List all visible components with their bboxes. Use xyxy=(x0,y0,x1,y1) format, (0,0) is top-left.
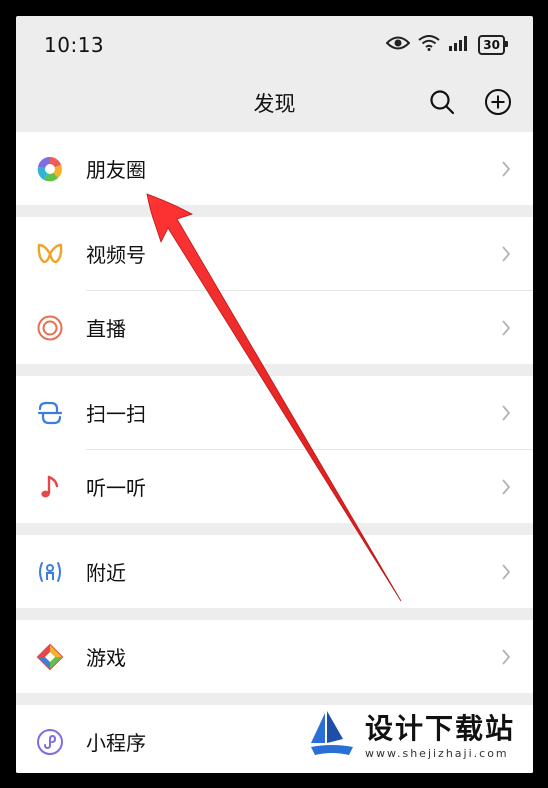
group-games: 游戏 xyxy=(16,620,533,693)
group-scan: 扫一扫 听一听 xyxy=(16,376,533,523)
chevron-right-icon xyxy=(499,477,513,497)
moments-aperture-icon xyxy=(36,155,64,183)
list-item-label: 附近 xyxy=(86,561,126,585)
signal-icon xyxy=(448,35,470,55)
status-bar: 10:13 30 xyxy=(16,16,533,74)
watermark-url: www.shejizhaji.com xyxy=(365,746,509,760)
watermark-text: 设计下载站 www.shejizhaji.com xyxy=(365,711,516,760)
game-diamond-icon xyxy=(36,643,64,671)
list-item-label: 游戏 xyxy=(86,646,126,670)
nearby-person-icon xyxy=(36,558,64,586)
watermark-logo-icon xyxy=(309,709,355,763)
group-gap xyxy=(16,608,533,620)
status-time: 10:13 xyxy=(44,33,105,57)
watermark-title: 设计下载站 xyxy=(365,711,516,745)
phone-screen: 10:13 30 发现 朋友圈 视频号 直播 扫一扫 听一听 附近 游戏 小程序… xyxy=(16,16,533,773)
chevron-right-icon xyxy=(499,647,513,667)
chevron-right-icon xyxy=(499,318,513,338)
list-item-label: 视频号 xyxy=(86,243,146,267)
chevron-right-icon xyxy=(499,244,513,264)
group-moments: 朋友圈 xyxy=(16,132,533,205)
chevron-right-icon xyxy=(499,562,513,582)
list-item-label: 朋友圈 xyxy=(86,158,146,182)
mini-program-icon xyxy=(36,728,64,756)
list-item-live[interactable]: 直播 xyxy=(16,291,533,364)
list-item-games[interactable]: 游戏 xyxy=(16,620,533,693)
list-item-moments[interactable]: 朋友圈 xyxy=(16,132,533,205)
live-circles-icon xyxy=(36,314,64,342)
list-item-listen[interactable]: 听一听 xyxy=(16,450,533,523)
channels-butterfly-icon xyxy=(36,240,64,268)
eye-icon xyxy=(385,35,411,55)
group-gap xyxy=(16,364,533,376)
search-icon[interactable] xyxy=(427,87,457,117)
add-circle-icon[interactable] xyxy=(483,87,513,117)
list-item-scan[interactable]: 扫一扫 xyxy=(16,376,533,449)
chevron-right-icon xyxy=(499,159,513,179)
page-title: 发现 xyxy=(253,92,296,116)
scan-icon xyxy=(36,399,64,427)
group-gap xyxy=(16,693,533,705)
wifi-icon xyxy=(418,35,440,55)
list-item-nearby[interactable]: 附近 xyxy=(16,535,533,608)
nav-actions xyxy=(427,87,513,117)
list-item-label: 扫一扫 xyxy=(86,402,146,426)
chevron-right-icon xyxy=(499,403,513,423)
group-gap xyxy=(16,205,533,217)
group-gap xyxy=(16,523,533,535)
watermark: 设计下载站 www.shejizhaji.com xyxy=(301,705,527,767)
list-item-label: 听一听 xyxy=(86,476,146,500)
list-item-channels[interactable]: 视频号 xyxy=(16,217,533,290)
battery-indicator: 30 xyxy=(478,35,508,55)
status-icons: 30 xyxy=(385,35,508,55)
group-nearby: 附近 xyxy=(16,535,533,608)
list-item-label: 直播 xyxy=(86,317,126,341)
group-channels: 视频号 直播 xyxy=(16,217,533,364)
music-note-icon xyxy=(36,473,64,501)
nav-bar: 发现 xyxy=(16,74,533,132)
